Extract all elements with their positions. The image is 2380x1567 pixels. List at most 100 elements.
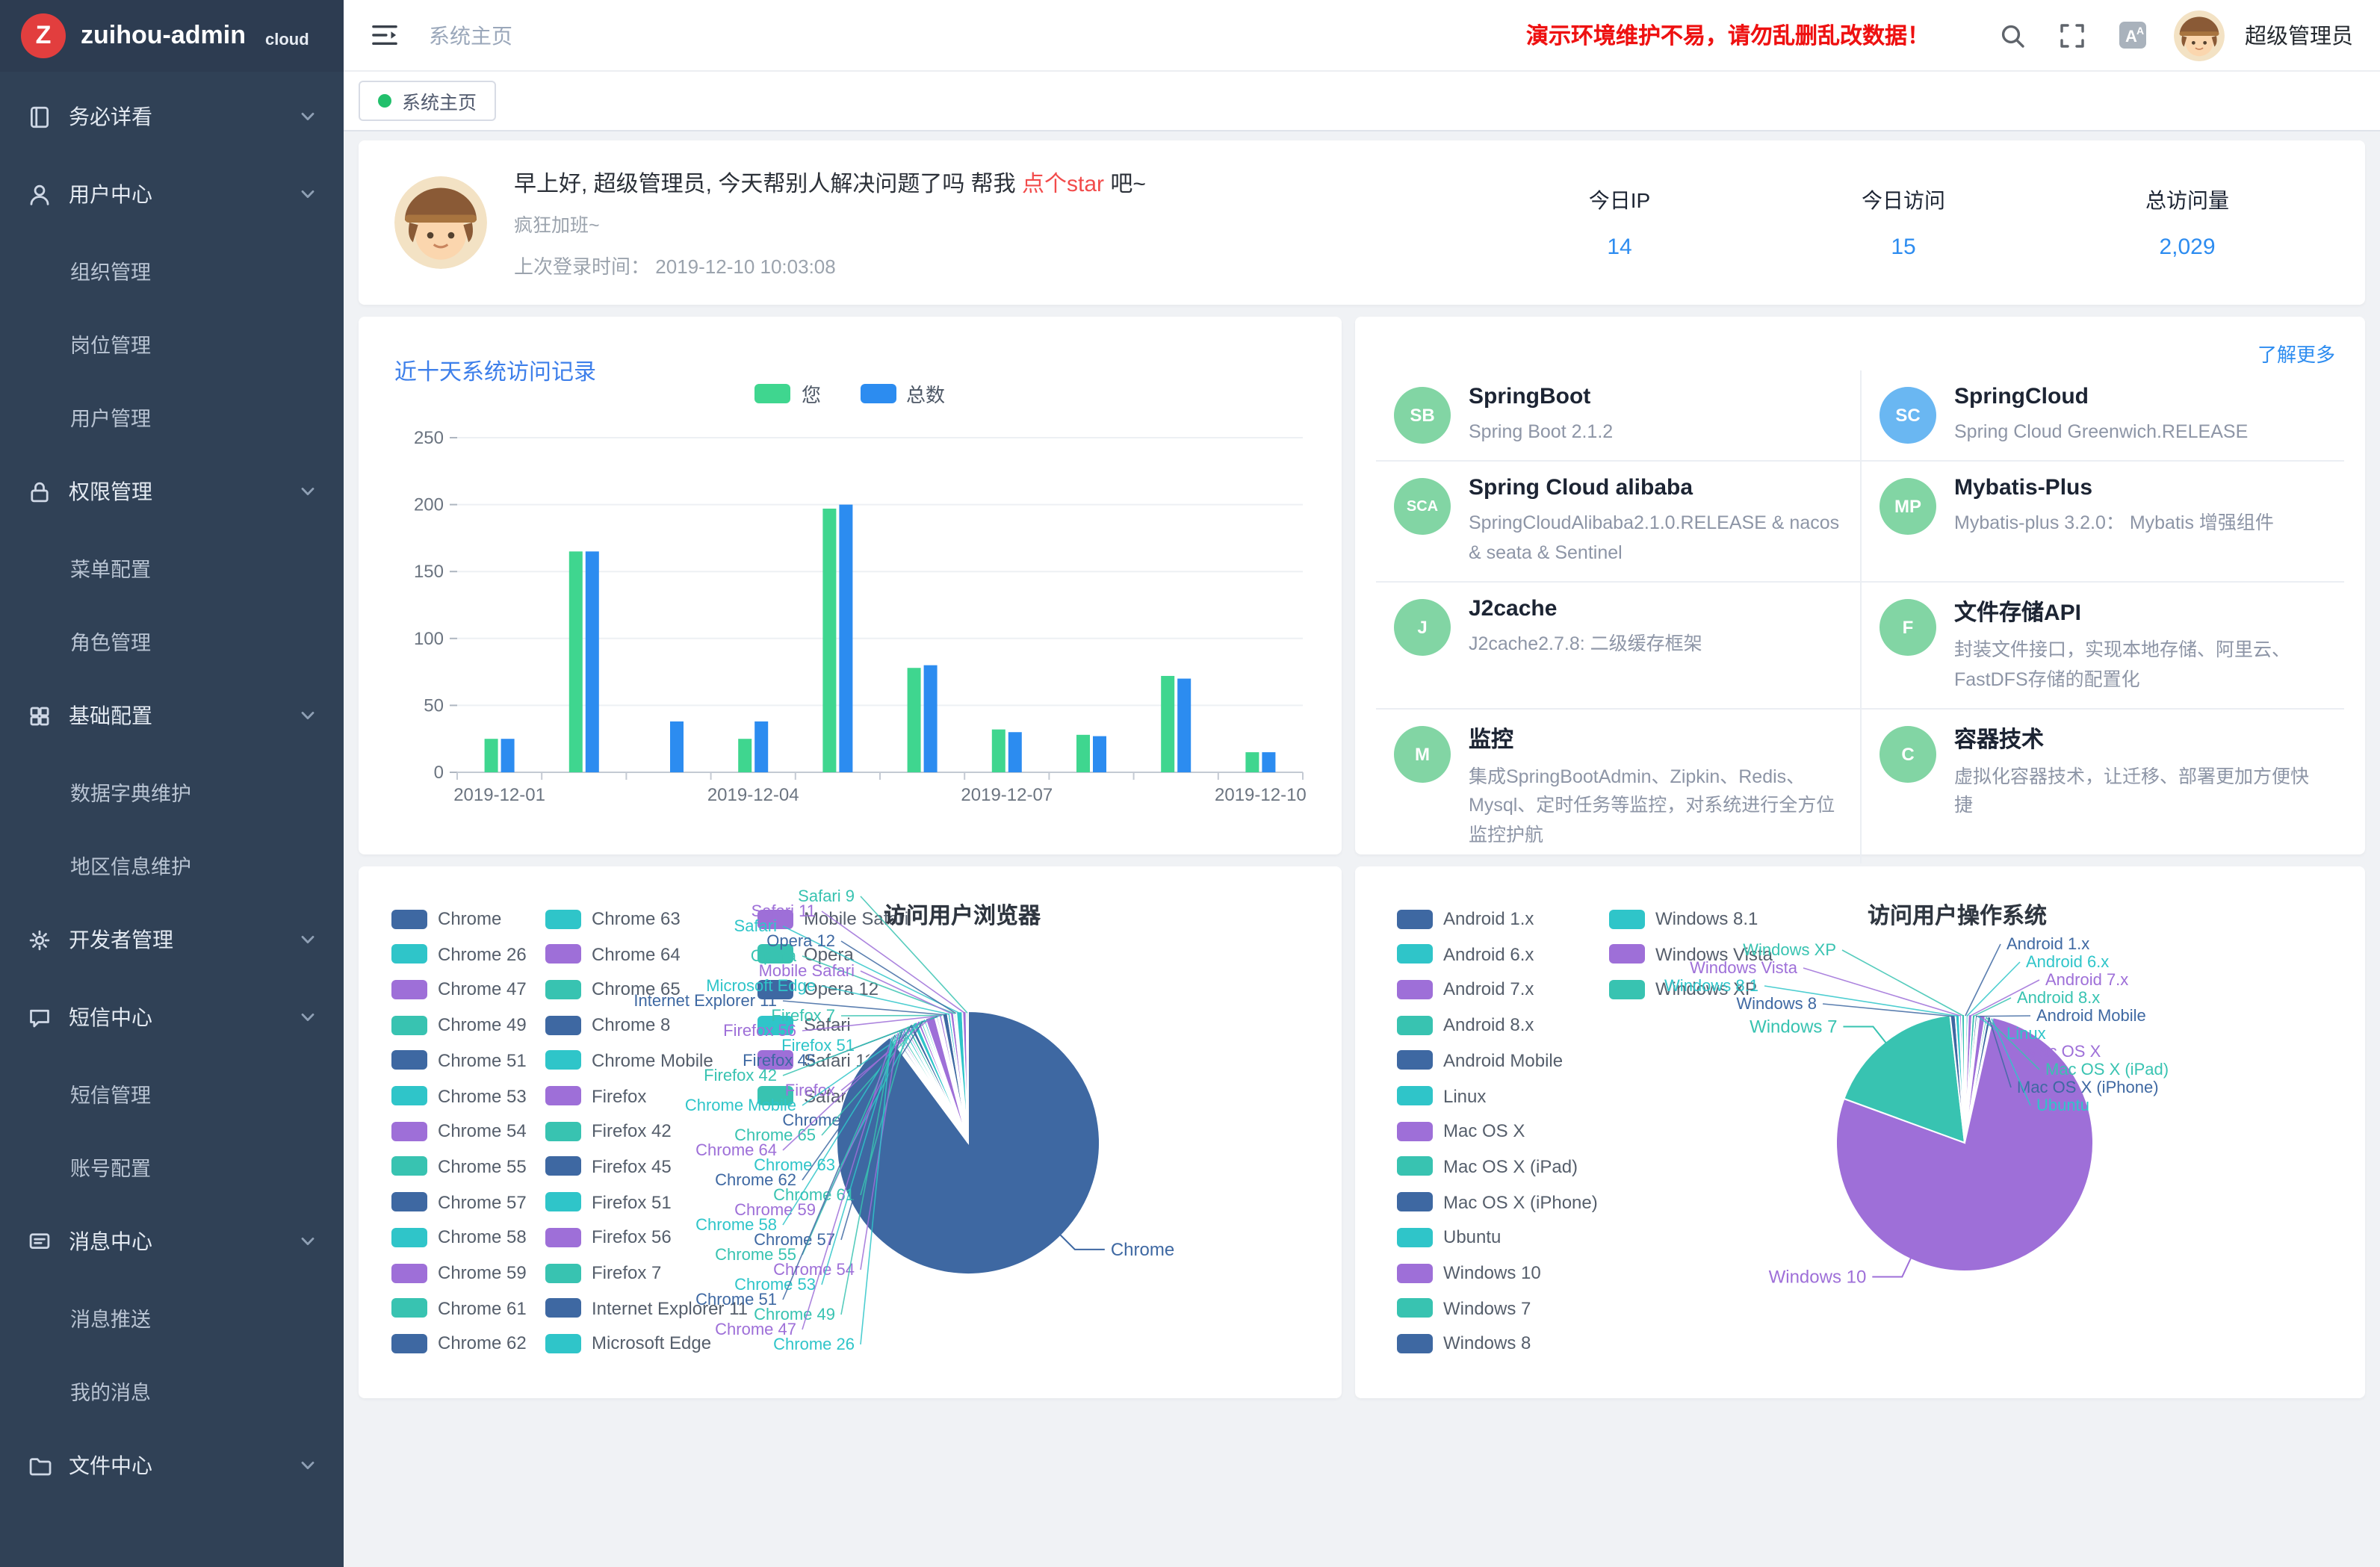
demo-notice: 演示环境维护不易，请勿乱删乱改数据！ xyxy=(1526,19,1930,51)
legend-item[interactable]: Windows 10 xyxy=(1397,1262,1541,1283)
legend-item[interactable]: Firefox 56 xyxy=(545,1227,672,1248)
legend-item[interactable]: Safari 9 xyxy=(757,1085,866,1106)
sidebar-subitem[interactable]: 账号配置 xyxy=(0,1129,344,1203)
legend-item[interactable]: Chrome Mobile xyxy=(545,1050,713,1071)
sidebar-item-gear[interactable]: 开发者管理 xyxy=(0,901,344,978)
pie-label: Ubuntu xyxy=(2036,1096,2089,1114)
legend-item[interactable]: Chrome 49 xyxy=(391,1014,527,1035)
legend-item[interactable]: Chrome 61 xyxy=(391,1297,527,1318)
welcome-subtitle: 疯狂加班~ xyxy=(514,208,1146,237)
tech-desc: 集成SpringBootAdmin、Zipkin、Redis、Mysql、定时任… xyxy=(1469,763,1842,850)
legend-item[interactable]: Chrome 26 xyxy=(391,943,527,964)
legend-swatch xyxy=(391,1086,427,1105)
legend-item[interactable]: Microsoft Edge xyxy=(545,1333,711,1354)
app-logo[interactable]: Z zuihou-admin cloud xyxy=(0,0,344,72)
font-size-icon[interactable]: AA xyxy=(2118,21,2146,49)
legend-label: Ubuntu xyxy=(1443,1227,1501,1248)
sidebar-item-sms[interactable]: 短信中心 xyxy=(0,978,344,1056)
legend-item[interactable]: Chrome 53 xyxy=(391,1085,527,1106)
legend-label: Android 1.x xyxy=(1443,908,1534,929)
legend-item[interactable]: Chrome 59 xyxy=(391,1262,527,1283)
legend-swatch xyxy=(1397,1228,1433,1247)
fullscreen-icon[interactable] xyxy=(2058,22,2085,49)
learn-more-link[interactable]: 了解更多 xyxy=(2257,339,2335,367)
legend-item[interactable]: Mac OS X xyxy=(1397,1120,1525,1141)
legend-item[interactable]: Chrome 62 xyxy=(391,1333,527,1354)
legend-item[interactable]: Firefox 51 xyxy=(545,1191,672,1212)
legend-item[interactable]: Chrome 54 xyxy=(391,1120,527,1141)
sidebar-subitem[interactable]: 地区信息维护 xyxy=(0,828,344,901)
sidebar-item-grid[interactable]: 基础配置 xyxy=(0,677,344,754)
svg-text:A: A xyxy=(2125,27,2136,46)
legend-item[interactable]: Windows 7 xyxy=(1397,1297,1531,1318)
legend-item[interactable]: Firefox 7 xyxy=(545,1262,661,1283)
pie-slice xyxy=(936,1015,968,1143)
legend-item[interactable]: Opera 12 xyxy=(757,979,878,1000)
legend-item[interactable]: Android 7.x xyxy=(1397,979,1534,1000)
breadcrumb[interactable]: 系统主页 xyxy=(429,20,512,50)
sidebar-subitem[interactable]: 组织管理 xyxy=(0,233,344,306)
menu-fold-icon[interactable] xyxy=(371,22,399,48)
legend-swatch xyxy=(545,1086,581,1105)
sidebar-item-message[interactable]: 消息中心 xyxy=(0,1203,344,1280)
legend-item[interactable]: Windows XP xyxy=(1609,979,1757,1000)
pie-slice xyxy=(892,1035,968,1143)
sidebar-subitem[interactable]: 菜单配置 xyxy=(0,530,344,603)
legend-item[interactable]: Mac OS X (iPad) xyxy=(1397,1156,1578,1177)
legend-item[interactable]: Safari xyxy=(757,1014,851,1035)
legend-item[interactable]: Chrome 58 xyxy=(391,1227,527,1248)
legend-item[interactable]: Windows Vista xyxy=(1609,943,1773,964)
legend-item[interactable]: Ubuntu xyxy=(1397,1227,1501,1248)
legend-item[interactable]: Safari 11 xyxy=(757,1050,874,1071)
legend-item[interactable]: Chrome 47 xyxy=(391,979,527,1000)
legend-item[interactable]: Linux xyxy=(1397,1085,1486,1106)
search-icon[interactable] xyxy=(1998,22,2025,49)
sidebar-item-folder[interactable]: 文件中心 xyxy=(0,1427,344,1504)
legend-item[interactable]: Chrome 55 xyxy=(391,1156,527,1177)
legend-item[interactable]: Android 6.x xyxy=(1397,943,1534,964)
sidebar-item-user[interactable]: 用户中心 xyxy=(0,155,344,233)
legend-item[interactable]: Chrome 57 xyxy=(391,1191,527,1212)
username[interactable]: 超级管理员 xyxy=(2245,19,2353,51)
sidebar-subitem[interactable]: 数据字典维护 xyxy=(0,754,344,828)
sidebar-subitem[interactable]: 岗位管理 xyxy=(0,306,344,379)
legend-item[interactable]: Firefox xyxy=(545,1085,646,1106)
tab-home[interactable]: 系统主页 xyxy=(359,81,496,121)
legend-item[interactable]: Firefox 45 xyxy=(545,1156,672,1177)
sidebar-item-lock[interactable]: 权限管理 xyxy=(0,453,344,530)
sidebar-subitem[interactable]: 用户管理 xyxy=(0,379,344,453)
sidebar-subitem[interactable]: 短信管理 xyxy=(0,1056,344,1129)
legend-swatch xyxy=(391,944,427,964)
legend-item[interactable]: Chrome 51 xyxy=(391,1050,527,1071)
sidebar-subitem[interactable]: 我的消息 xyxy=(0,1353,344,1427)
sidebar: Z zuihou-admin cloud 务必详看用户中心组织管理岗位管理用户管… xyxy=(0,0,344,1567)
pie-label: Chrome 26 xyxy=(773,1335,855,1353)
legend-item[interactable]: Android 1.x xyxy=(1397,908,1534,929)
legend-item[interactable]: 您 xyxy=(755,379,821,408)
legend-item[interactable]: Android Mobile xyxy=(1397,1050,1563,1071)
tech-text: SpringBootSpring Boot 2.1.2 xyxy=(1469,384,1613,447)
sidebar-subitem[interactable]: 角色管理 xyxy=(0,603,344,677)
legend-item[interactable]: Internet Explorer 11 xyxy=(545,1297,748,1318)
legend-item[interactable]: Windows 8 xyxy=(1397,1333,1531,1354)
legend-label: Opera 12 xyxy=(804,979,878,1000)
sidebar-subitem[interactable]: 消息推送 xyxy=(0,1280,344,1353)
pie-label: Chrome 55 xyxy=(715,1245,796,1264)
star-link[interactable]: 点个star xyxy=(1022,171,1104,196)
legend-item[interactable]: Mac OS X (iPhone) xyxy=(1397,1191,1598,1212)
legend-item[interactable]: Chrome xyxy=(391,908,501,929)
legend-item[interactable]: 总数 xyxy=(860,379,945,408)
legend-item[interactable]: Firefox 42 xyxy=(545,1120,672,1141)
sidebar-item-book[interactable]: 务必详看 xyxy=(0,78,344,155)
legend-item[interactable]: Chrome 64 xyxy=(545,943,681,964)
legend-item[interactable]: Android 8.x xyxy=(1397,1014,1534,1035)
legend-item[interactable]: Opera xyxy=(757,943,854,964)
stat-today-ip: 今日IP 14 xyxy=(1567,185,1672,260)
legend-item[interactable]: Chrome 65 xyxy=(545,979,681,1000)
pie-slice xyxy=(913,1022,968,1143)
tab-active-dot xyxy=(378,94,391,108)
svg-text:A: A xyxy=(2136,25,2143,37)
user-avatar-slot[interactable] xyxy=(2173,10,2224,60)
legend-item[interactable]: Chrome 8 xyxy=(545,1014,670,1035)
legend-label: Chrome 58 xyxy=(438,1227,527,1248)
